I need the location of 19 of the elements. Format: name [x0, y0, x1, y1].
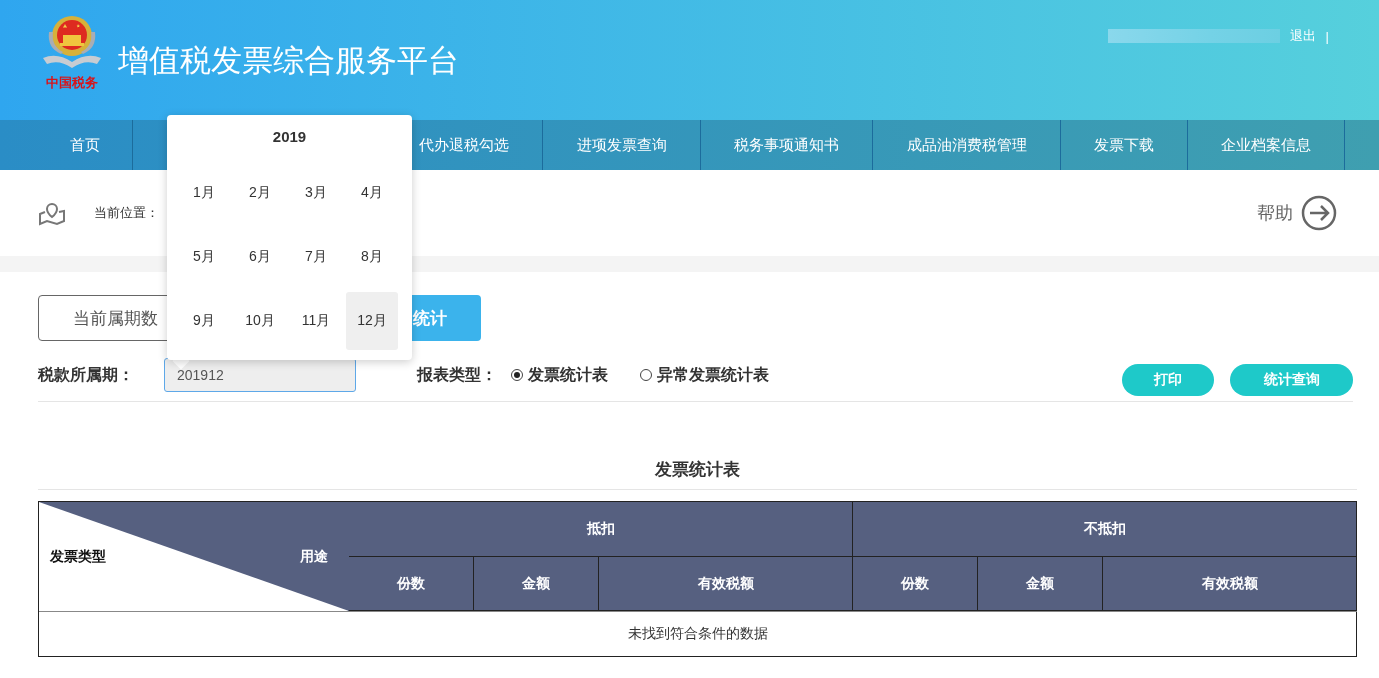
- report-type-label: 报表类型：: [417, 364, 497, 385]
- column-header: 份数: [349, 557, 474, 611]
- column-header: 金额: [474, 557, 599, 611]
- column-header: 金额: [978, 557, 1103, 611]
- logo-text: 中国税务: [46, 74, 98, 92]
- column-group-header: 抵扣: [349, 502, 853, 557]
- period-label: 税款所属期：: [38, 364, 134, 385]
- empty-message: 未找到符合条件的数据: [39, 611, 1357, 656]
- column-header: 有效税额: [1103, 557, 1357, 611]
- site-title: 增值税发票综合服务平台: [118, 42, 459, 80]
- column-axis-label: 用途: [300, 547, 328, 566]
- column-group-header: 不抵扣: [853, 502, 1357, 557]
- column-header: 份数: [853, 557, 978, 611]
- table-title: 发票统计表: [38, 458, 1357, 490]
- column-header: 有效税额: [599, 557, 853, 611]
- breadcrumb-label: 当前位置：: [94, 204, 159, 222]
- separator: |: [1325, 28, 1329, 44]
- picker-year: 2019: [271, 128, 308, 145]
- row-axis-label: 发票类型: [50, 547, 106, 566]
